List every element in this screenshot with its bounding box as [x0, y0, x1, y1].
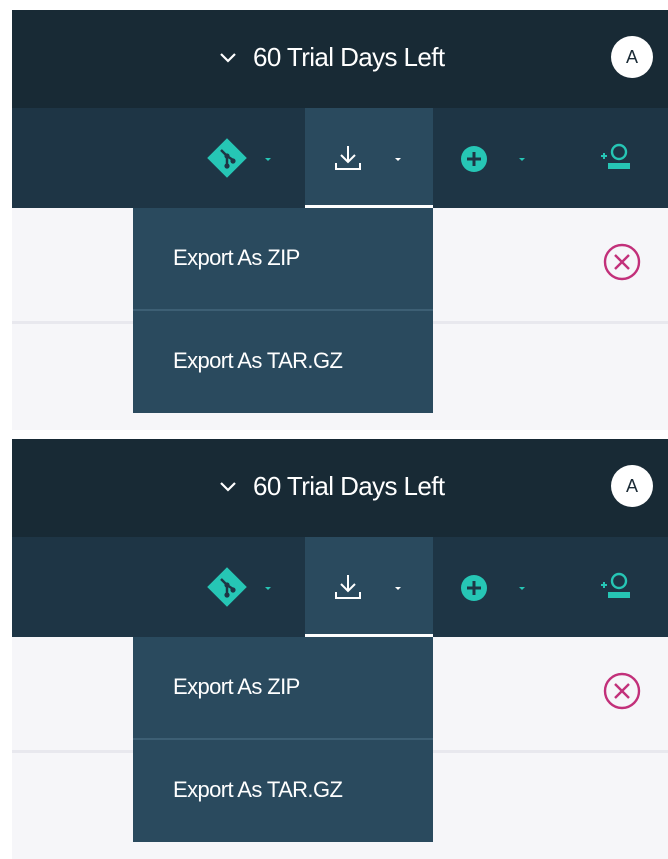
- add-user-icon: [601, 143, 630, 169]
- app-panel-2: 60 Trial Days Left A Export As ZIP Expor…: [0, 439, 668, 859]
- trial-days-label: 60 Trial Days Left: [253, 41, 445, 72]
- download-icon: [335, 146, 361, 170]
- plus-circle-icon: [461, 575, 487, 601]
- trial-days-dropdown[interactable]: 60 Trial Days Left: [217, 464, 445, 508]
- download-dropdown-caret: [395, 587, 401, 590]
- trial-days-label: 60 Trial Days Left: [253, 470, 445, 501]
- add-dropdown-caret: [519, 587, 525, 590]
- download-dropdown-caret: [395, 158, 401, 161]
- export-dropdown-menu: Export As ZIP Export As TAR.GZ: [133, 637, 433, 842]
- add-user-button[interactable]: [585, 108, 645, 208]
- trial-days-dropdown[interactable]: 60 Trial Days Left: [217, 35, 445, 79]
- close-circle-icon[interactable]: [602, 671, 642, 711]
- export-zip-item[interactable]: Export As ZIP: [133, 208, 433, 308]
- close-circle-icon[interactable]: [602, 242, 642, 282]
- git-menu-button[interactable]: [205, 537, 285, 637]
- download-menu-button[interactable]: [305, 108, 433, 208]
- export-zip-item[interactable]: Export As ZIP: [133, 637, 433, 737]
- export-dropdown-menu: Export As ZIP Export As TAR.GZ: [133, 208, 433, 413]
- git-menu-button[interactable]: [205, 108, 285, 208]
- download-menu-button[interactable]: [305, 537, 433, 637]
- git-icon: [207, 567, 247, 607]
- add-user-icon: [601, 572, 630, 598]
- chevron-down-icon: [220, 53, 236, 63]
- add-user-button[interactable]: [585, 537, 645, 637]
- toolbar: [12, 108, 668, 208]
- add-menu-button[interactable]: [455, 537, 545, 637]
- export-targz-item[interactable]: Export As TAR.GZ: [133, 311, 433, 411]
- chevron-down-icon: [220, 482, 236, 492]
- user-avatar[interactable]: A: [611, 36, 653, 78]
- export-targz-item[interactable]: Export As TAR.GZ: [133, 740, 433, 840]
- download-icon: [335, 575, 361, 599]
- top-header-bar: 60 Trial Days Left A: [12, 439, 668, 537]
- git-icon: [207, 138, 247, 178]
- add-menu-button[interactable]: [455, 108, 545, 208]
- plus-circle-icon: [461, 146, 487, 172]
- add-dropdown-caret: [519, 158, 525, 161]
- user-avatar[interactable]: A: [611, 465, 653, 507]
- top-header-bar: 60 Trial Days Left A: [12, 10, 668, 108]
- toolbar: [12, 537, 668, 637]
- git-dropdown-caret: [265, 158, 271, 161]
- app-panel-1: 60 Trial Days Left A Export As ZIP Expor…: [0, 10, 668, 430]
- git-dropdown-caret: [265, 587, 271, 590]
